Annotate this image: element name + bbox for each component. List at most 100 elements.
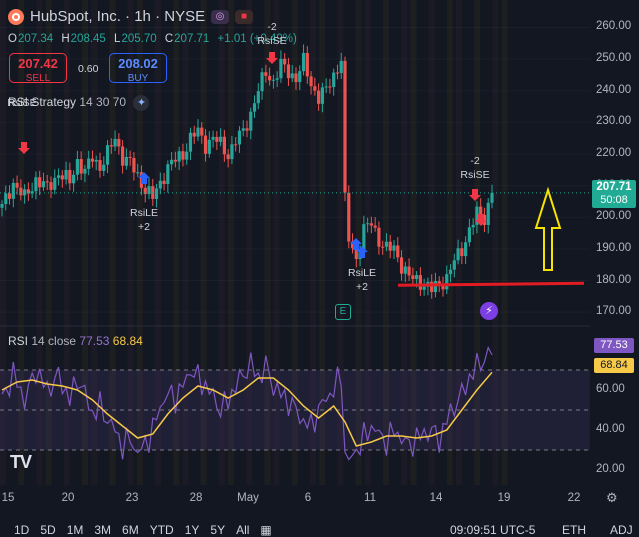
candle-body <box>479 206 483 215</box>
rsi-legend[interactable]: RSI 14 close 77.53 68.84 <box>8 334 143 348</box>
price-tick-label: 180.00 <box>596 273 632 286</box>
chart-settings-icon[interactable]: ⚙ <box>606 490 618 506</box>
time-tick-label: 23 <box>125 492 139 504</box>
candle-body <box>4 193 8 204</box>
candle-body <box>226 154 230 160</box>
candle-body <box>11 182 15 199</box>
candle-body <box>392 245 396 251</box>
candle-body <box>249 111 253 131</box>
candle-body <box>422 286 426 290</box>
candle-body <box>207 139 211 154</box>
candle-body <box>154 188 159 199</box>
price-tick-label: 240.00 <box>596 83 632 96</box>
rsi-tick-label: 60.00 <box>596 383 625 395</box>
candle-body <box>313 86 317 91</box>
time-tick-label: 6 <box>304 492 312 504</box>
candle-body <box>222 136 226 155</box>
candle-body <box>456 248 460 261</box>
candle-body <box>98 160 102 171</box>
candle-body <box>34 177 38 192</box>
chart-canvas[interactable] <box>0 0 639 535</box>
strategy-settings-icon[interactable]: ✦ <box>133 95 150 111</box>
candle-body <box>407 266 411 276</box>
hubspot-logo-icon <box>8 8 24 25</box>
time-tick-label: 20 <box>61 492 75 504</box>
rsi-tick-label: 20.00 <box>596 463 625 475</box>
dividend-event-icon[interactable]: ⚡ <box>480 302 498 320</box>
candle-body <box>305 52 309 77</box>
candle-body <box>234 144 238 146</box>
candle-body <box>256 91 260 104</box>
time-tick-label: 15 <box>1 492 15 504</box>
price-tick-label: 220.00 <box>596 147 632 160</box>
candle-body <box>286 64 291 79</box>
candle-body <box>328 86 332 88</box>
candle-body <box>105 145 110 165</box>
candle-body <box>490 192 494 203</box>
candle-body <box>464 242 468 257</box>
candle-body <box>460 248 464 257</box>
candle-body <box>72 174 76 184</box>
candle-body <box>403 266 407 274</box>
sell-button[interactable]: 207.42 SELL <box>9 53 67 84</box>
candle-body <box>203 135 208 154</box>
candle-body <box>181 151 185 160</box>
candle-body <box>113 138 117 147</box>
candle-body <box>332 72 336 88</box>
candle-body <box>200 127 204 136</box>
candle-body <box>415 275 419 280</box>
candle-body <box>79 159 83 174</box>
candle-body <box>252 103 257 112</box>
price-tick-label: 260.00 <box>596 20 632 33</box>
candle-body <box>445 274 449 290</box>
candle-body <box>298 71 302 83</box>
candle-body <box>38 177 42 188</box>
candle-body <box>324 86 328 88</box>
earnings-marker[interactable]: E <box>335 304 351 320</box>
signal-label: RsiSE <box>7 97 37 109</box>
annotation-up-arrow <box>534 186 562 271</box>
candle-body <box>87 158 91 169</box>
price-tick-label: 200.00 <box>596 210 632 223</box>
candle-body <box>433 281 438 293</box>
candle-body <box>136 172 140 174</box>
candle-body <box>56 175 61 178</box>
candle-body <box>49 182 53 190</box>
time-tick-label: 11 <box>364 492 376 504</box>
candle-body <box>23 189 27 196</box>
candle-body <box>158 180 162 189</box>
candle-body <box>271 79 275 81</box>
candle-body <box>185 151 189 160</box>
signal-label: RsiLE +2 <box>129 207 159 233</box>
buy-button[interactable]: 208.02 BUY <box>109 53 167 84</box>
candle-body <box>268 75 272 81</box>
candle-body <box>132 157 136 173</box>
candle-body <box>237 130 242 145</box>
candle-body <box>245 128 249 131</box>
candle-body <box>68 169 72 184</box>
candle-body <box>373 225 377 228</box>
rsi-value-badge: 77.53 <box>594 338 634 353</box>
candle-body <box>83 168 87 174</box>
candle-body <box>19 187 23 196</box>
tradingview-logo-icon: TV <box>10 452 32 472</box>
candle-body <box>219 136 223 142</box>
candle-body <box>124 156 128 166</box>
candle-body <box>279 58 283 79</box>
candle-body <box>264 72 268 76</box>
symbol-title: HubSpot, Inc. · 1h · NYSE <box>30 8 206 25</box>
candle-body <box>0 204 4 208</box>
symbol-header[interactable]: HubSpot, Inc. · 1h · NYSE ◎ ■ <box>8 8 254 25</box>
candle-body <box>471 224 475 228</box>
candle-body <box>467 227 471 243</box>
candle-body <box>486 202 490 225</box>
candle-body <box>94 160 98 162</box>
candle-body <box>41 181 46 188</box>
candle-body <box>53 177 57 190</box>
market-closed-icon: ■ <box>235 9 254 24</box>
candle-body <box>309 76 313 87</box>
candle-body <box>260 72 264 92</box>
candle-body <box>241 128 245 131</box>
support-line <box>397 281 585 287</box>
candle-body <box>15 182 19 188</box>
